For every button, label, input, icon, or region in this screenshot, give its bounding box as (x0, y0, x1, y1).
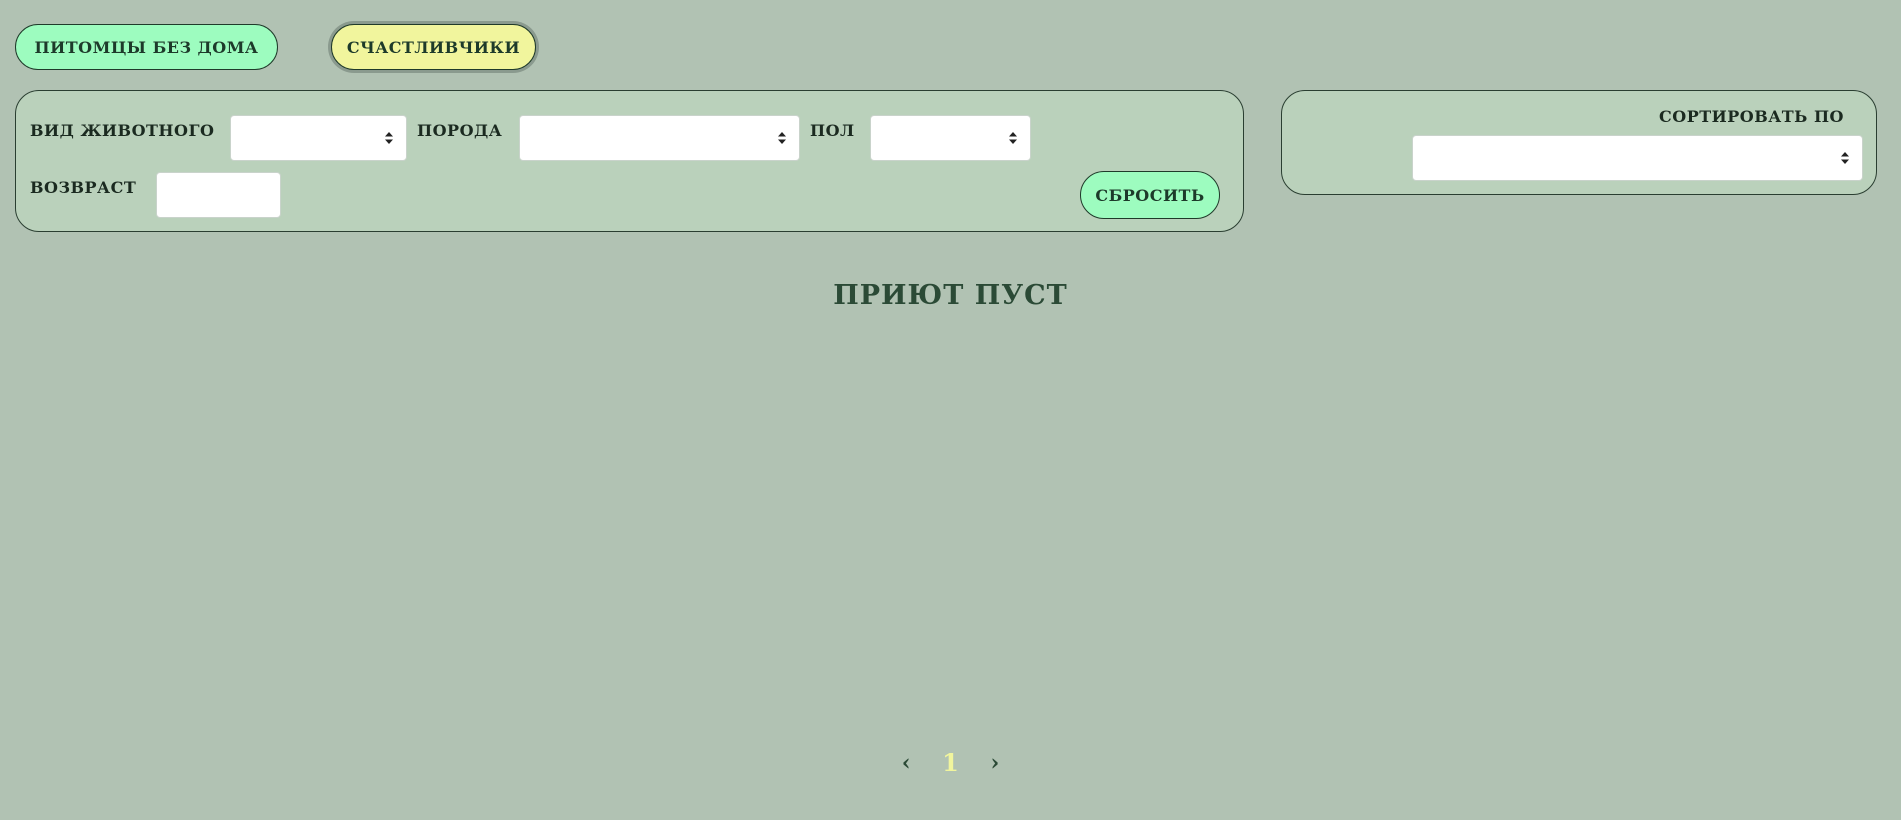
up-down-arrows-icon (1009, 132, 1017, 144)
up-down-arrows-icon (1841, 152, 1849, 164)
tab-homeless-pets[interactable]: питомцы без дома (15, 24, 278, 70)
sort-by-select[interactable] (1412, 135, 1863, 181)
sort-by-label: сортировать по (1659, 107, 1844, 126)
breed-select[interactable] (519, 115, 800, 161)
sex-select[interactable] (870, 115, 1031, 161)
chevron-right-icon[interactable]: › (987, 750, 1003, 776)
tab-lucky-pets[interactable]: счастливчики (331, 24, 536, 70)
chevron-left-icon[interactable]: ‹ (898, 750, 914, 776)
pagination: ‹ 1 › (0, 748, 1901, 777)
age-input[interactable] (156, 172, 281, 218)
page-number-current[interactable]: 1 (942, 748, 959, 777)
up-down-arrows-icon (385, 132, 393, 144)
sort-panel: сортировать по (1281, 90, 1877, 195)
animal-type-select[interactable] (230, 115, 407, 161)
up-down-arrows-icon (778, 132, 786, 144)
breed-label: порода (417, 121, 503, 140)
animal-type-label: вид животного (30, 121, 215, 140)
filter-panel: вид животного порода пол возвраст сброси… (15, 90, 1244, 232)
empty-shelter-message: приют пуст (833, 280, 1068, 311)
age-label: возвраст (30, 178, 137, 197)
sex-label: пол (810, 121, 855, 140)
reset-button[interactable]: сбросить (1080, 171, 1220, 219)
